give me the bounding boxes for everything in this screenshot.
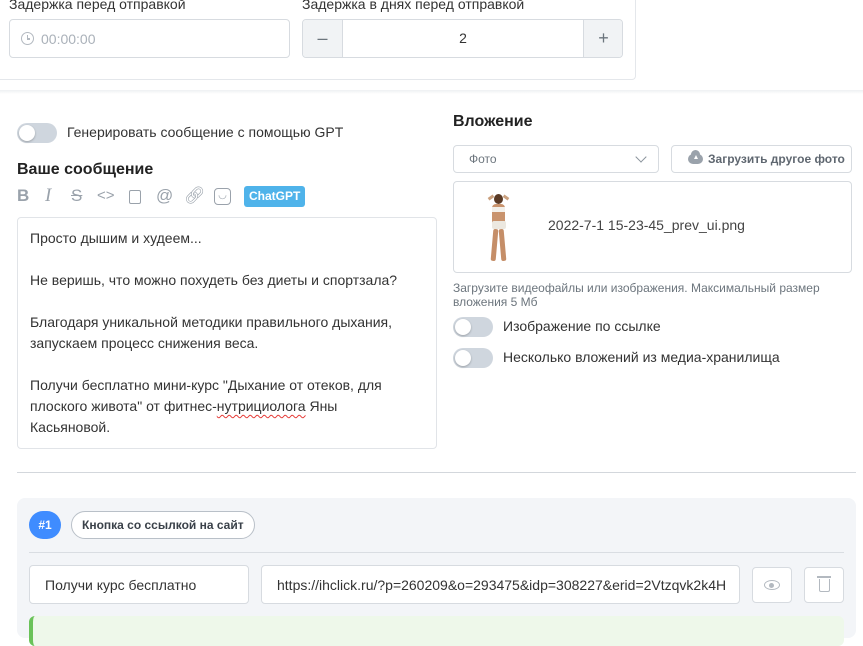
message-line-part: Яны [305,398,338,414]
success-strip [29,616,844,646]
gpt-toggle-label: Генерировать сообщение с помощью GPT [67,124,344,140]
attachment-hint-line: Загрузите видеофайлы или изображения. Ма… [453,281,820,295]
delay-time-input[interactable]: 00:00:00 [9,19,290,58]
gpt-toggle[interactable] [17,123,57,143]
upload-photo-button[interactable]: Загрузить другое фото [671,145,852,173]
buttons-block: #1 Кнопка со ссылкой на сайт Получи курс… [17,498,856,646]
minus-icon: – [317,28,328,48]
button-url-input[interactable]: https://ihclick.ru/?p=260209&o=293475&id… [261,565,740,604]
delay-time-placeholder: 00:00:00 [41,31,96,47]
link-icon[interactable]: 🔗︎ [184,186,206,206]
attachment-hint-line: вложения 5 Мб [453,295,538,309]
section-divider-top [0,90,863,94]
bold-icon[interactable]: B [17,186,29,206]
message-line: Просто дышим и худеем... [30,230,202,246]
days-value[interactable]: 2 [343,20,583,57]
message-line: запускаем процесс снижения веса. [30,335,259,351]
attachment-file-name: 2022-7-1 15-23-45_prev_ui.png [548,217,745,233]
code-icon[interactable]: <> [97,186,115,206]
decrement-button[interactable]: – [303,20,343,57]
cloud-upload-icon [688,150,703,164]
attachment-heading: Вложение [453,113,533,130]
increment-button[interactable]: + [583,20,622,57]
button-number-badge: #1 [29,511,61,539]
message-heading: Ваше сообщение [17,161,154,178]
image-by-url-toggle[interactable] [453,317,493,337]
message-line: Не веришь, что можно похудеть без диеты … [30,272,398,288]
clock-icon [21,32,34,45]
button-url-value: https://ihclick.ru/?p=260209&o=293475&id… [277,577,727,593]
delay-section: Задержка перед отправкой 00:00:00 Задерж… [0,0,636,80]
button-text-input[interactable]: Получи курс бесплатно [29,565,249,604]
message-line: Получи бесплатно мини-курс "Дыхание от о… [30,377,382,393]
message-line-with-spellcheck: плоского живота" от фитнес-нутрициолога … [30,396,337,417]
plus-icon: + [598,28,609,48]
message-line: Касьяновой. [30,419,111,435]
misspelled-word: нутрициолога [216,398,306,414]
button-text-value: Получи курс бесплатно [45,577,197,593]
delay-days-label: Задержка в днях перед отправкой [302,0,525,12]
attachment-hint: Загрузите видеофайлы или изображения. Ма… [453,281,858,309]
attachment-thumbnail [481,194,517,264]
image-by-url-label: Изображение по ссылке [503,318,661,334]
chatgpt-button[interactable]: ChatGPT [244,186,306,207]
emoji-icon[interactable]: ◡ [214,188,231,205]
block-divider [29,552,844,553]
attachment-preview: 2022-7-1 15-23-45_prev_ui.png [453,181,852,273]
message-line: Благодаря уникальной методики правильног… [30,314,393,330]
strikethrough-icon[interactable]: S [71,186,82,206]
preview-button[interactable] [752,567,792,603]
eye-icon [764,580,780,590]
copy-icon[interactable] [129,190,141,204]
editor-toolbar: B I S <> @ 🔗︎ ◡ ChatGPT [17,186,317,208]
delete-button[interactable] [804,567,844,603]
mention-icon[interactable]: @ [156,186,173,206]
delay-days-stepper: – 2 + [302,19,623,58]
chevron-down-icon [635,151,647,163]
trash-icon [817,576,831,592]
attachment-type-select[interactable]: Фото [453,145,659,173]
attachment-type-value: Фото [469,152,497,166]
section-divider [17,472,856,473]
media-storage-toggle[interactable] [453,348,493,368]
message-line-part: плоского живота" от фитнес- [30,398,217,414]
message-textarea[interactable]: Просто дышим и худеем... Не веришь, что … [17,217,437,449]
upload-photo-label: Загрузить другое фото [708,152,845,166]
media-storage-label: Несколько вложений из медиа-хранилища [503,349,780,365]
button-type-chip[interactable]: Кнопка со ссылкой на сайт [71,511,255,539]
delay-label: Задержка перед отправкой [9,0,186,12]
italic-icon[interactable]: I [45,186,51,206]
